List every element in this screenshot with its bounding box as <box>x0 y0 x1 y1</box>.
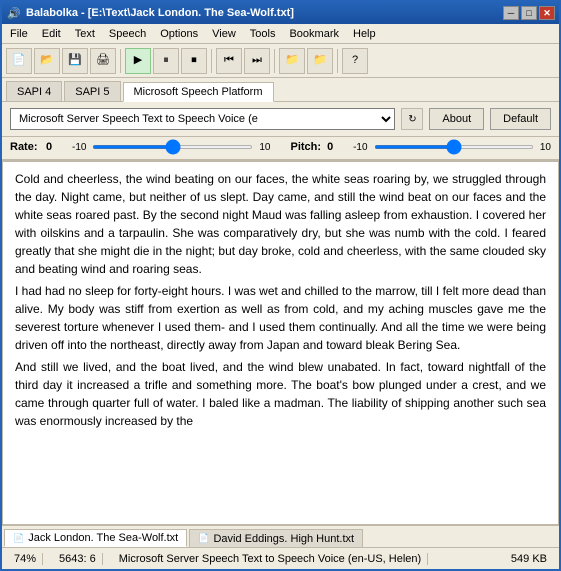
folder2-button[interactable]: 📁 <box>307 48 333 74</box>
voice-area: Microsoft Server Speech Text to Speech V… <box>2 102 559 137</box>
rate-max: 10 <box>259 142 270 153</box>
stop-icon: ⏹ <box>191 55 197 66</box>
text-paragraph-2: I had had no sleep for forty-eight hours… <box>15 282 546 354</box>
new-button[interactable]: 📄 <box>6 48 32 74</box>
help-icon: ? <box>352 55 358 66</box>
pitch-min: -10 <box>353 142 367 153</box>
tab-microsoft-speech[interactable]: Microsoft Speech Platform <box>123 82 274 102</box>
voice-select[interactable]: Microsoft Server Speech Text to Speech V… <box>10 108 395 130</box>
help-button[interactable]: ? <box>342 48 368 74</box>
refresh-icon: ↻ <box>408 114 416 125</box>
folder1-icon: 📁 <box>285 55 299 66</box>
doc-tab-seawolf-icon: 📄 <box>13 533 24 544</box>
close-button[interactable]: ✕ <box>539 6 555 20</box>
refresh-button[interactable]: ↻ <box>401 108 423 130</box>
menu-file[interactable]: File <box>4 26 34 42</box>
default-button[interactable]: Default <box>490 108 551 130</box>
play-icon: ▶ <box>134 55 142 66</box>
doc-tab-highhunt-icon: 📄 <box>198 533 209 544</box>
pitch-label: Pitch: <box>291 141 322 153</box>
sliders-area: Rate: 0 -10 10 Pitch: 0 -10 10 <box>2 137 559 161</box>
print-button[interactable]: 🖨 <box>90 48 116 74</box>
save-icon: 💾 <box>68 55 82 66</box>
rewind-button[interactable]: ⏮ <box>216 48 242 74</box>
menu-bar: File Edit Text Speech Options View Tools… <box>2 24 559 44</box>
new-icon: 📄 <box>12 55 26 66</box>
folder1-button[interactable]: 📁 <box>279 48 305 74</box>
doc-tab-seawolf[interactable]: 📄 Jack London. The Sea-Wolf.txt <box>4 529 187 547</box>
play-button[interactable]: ▶ <box>125 48 151 74</box>
doc-tab-highhunt[interactable]: 📄 David Eddings. High Hunt.txt <box>189 529 363 547</box>
rate-slider[interactable] <box>92 145 253 149</box>
title-controls: ─ □ ✕ <box>503 6 555 20</box>
text-paragraph-3: And still we lived, and the boat lived, … <box>15 358 546 430</box>
about-button[interactable]: About <box>429 108 484 130</box>
pitch-slider-group: Pitch: 0 -10 10 <box>291 141 552 153</box>
save-button[interactable]: 💾 <box>62 48 88 74</box>
text-paragraph-1: Cold and cheerless, the wind beating on … <box>15 170 546 278</box>
status-voice-name: Microsoft Server Speech Text to Speech V… <box>113 553 428 565</box>
doc-tab-highhunt-label: David Eddings. High Hunt.txt <box>213 533 354 545</box>
pitch-max: 10 <box>540 142 551 153</box>
document-tab-bar: 📄 Jack London. The Sea-Wolf.txt 📄 David … <box>2 525 559 547</box>
minimize-button[interactable]: ─ <box>503 6 519 20</box>
toolbar-sep-2 <box>211 49 212 73</box>
toolbar-sep-3 <box>274 49 275 73</box>
menu-speech[interactable]: Speech <box>103 26 152 42</box>
fastforward-button[interactable]: ⏭ <box>244 48 270 74</box>
menu-bookmark[interactable]: Bookmark <box>283 26 345 42</box>
menu-help[interactable]: Help <box>347 26 382 42</box>
title-bar-left: 🔊 Balabolka - [E:\Text\Jack London. The … <box>6 5 294 21</box>
menu-view[interactable]: View <box>206 26 242 42</box>
status-file-size: 549 KB <box>505 553 553 565</box>
tab-sapi5[interactable]: SAPI 5 <box>64 81 120 101</box>
window-title: Balabolka - [E:\Text\Jack London. The Se… <box>26 7 294 19</box>
status-zoom: 74% <box>8 553 43 565</box>
app-icon: 🔊 <box>6 5 22 21</box>
toolbar: 📄 📂 💾 🖨 ▶ ⏸ ⏹ ⏮ ⏭ 📁 📁 ? <box>2 44 559 78</box>
toolbar-sep-1 <box>120 49 121 73</box>
status-bar: 74% 5643: 6 Microsoft Server Speech Text… <box>2 547 559 569</box>
open-icon: 📂 <box>40 55 54 66</box>
fastforward-icon: ⏭ <box>252 55 262 66</box>
sapi-tab-bar: SAPI 4 SAPI 5 Microsoft Speech Platform <box>2 78 559 102</box>
pitch-value: 0 <box>327 141 347 153</box>
doc-tab-seawolf-label: Jack London. The Sea-Wolf.txt <box>28 532 178 544</box>
maximize-button[interactable]: □ <box>521 6 537 20</box>
status-position: 5643: 6 <box>53 553 103 565</box>
pause-icon: ⏸ <box>163 55 169 66</box>
tab-sapi4[interactable]: SAPI 4 <box>6 81 62 101</box>
rewind-icon: ⏮ <box>224 55 234 66</box>
menu-text[interactable]: Text <box>69 26 101 42</box>
menu-options[interactable]: Options <box>154 26 204 42</box>
menu-edit[interactable]: Edit <box>36 26 67 42</box>
title-bar: 🔊 Balabolka - [E:\Text\Jack London. The … <box>2 2 559 24</box>
toolbar-sep-4 <box>337 49 338 73</box>
menu-tools[interactable]: Tools <box>244 26 282 42</box>
folder2-icon: 📁 <box>313 55 327 66</box>
main-window: 🔊 Balabolka - [E:\Text\Jack London. The … <box>0 0 561 571</box>
print-icon: 🖨 <box>96 55 110 66</box>
rate-value: 0 <box>46 141 66 153</box>
rate-label: Rate: <box>10 141 40 153</box>
rate-slider-group: Rate: 0 -10 10 <box>10 141 271 153</box>
stop-button[interactable]: ⏹ <box>181 48 207 74</box>
pitch-slider[interactable] <box>374 145 534 149</box>
rate-min: -10 <box>72 142 86 153</box>
pause-button[interactable]: ⏸ <box>153 48 179 74</box>
open-button[interactable]: 📂 <box>34 48 60 74</box>
text-display[interactable]: Cold and cheerless, the wind beating on … <box>2 161 559 525</box>
